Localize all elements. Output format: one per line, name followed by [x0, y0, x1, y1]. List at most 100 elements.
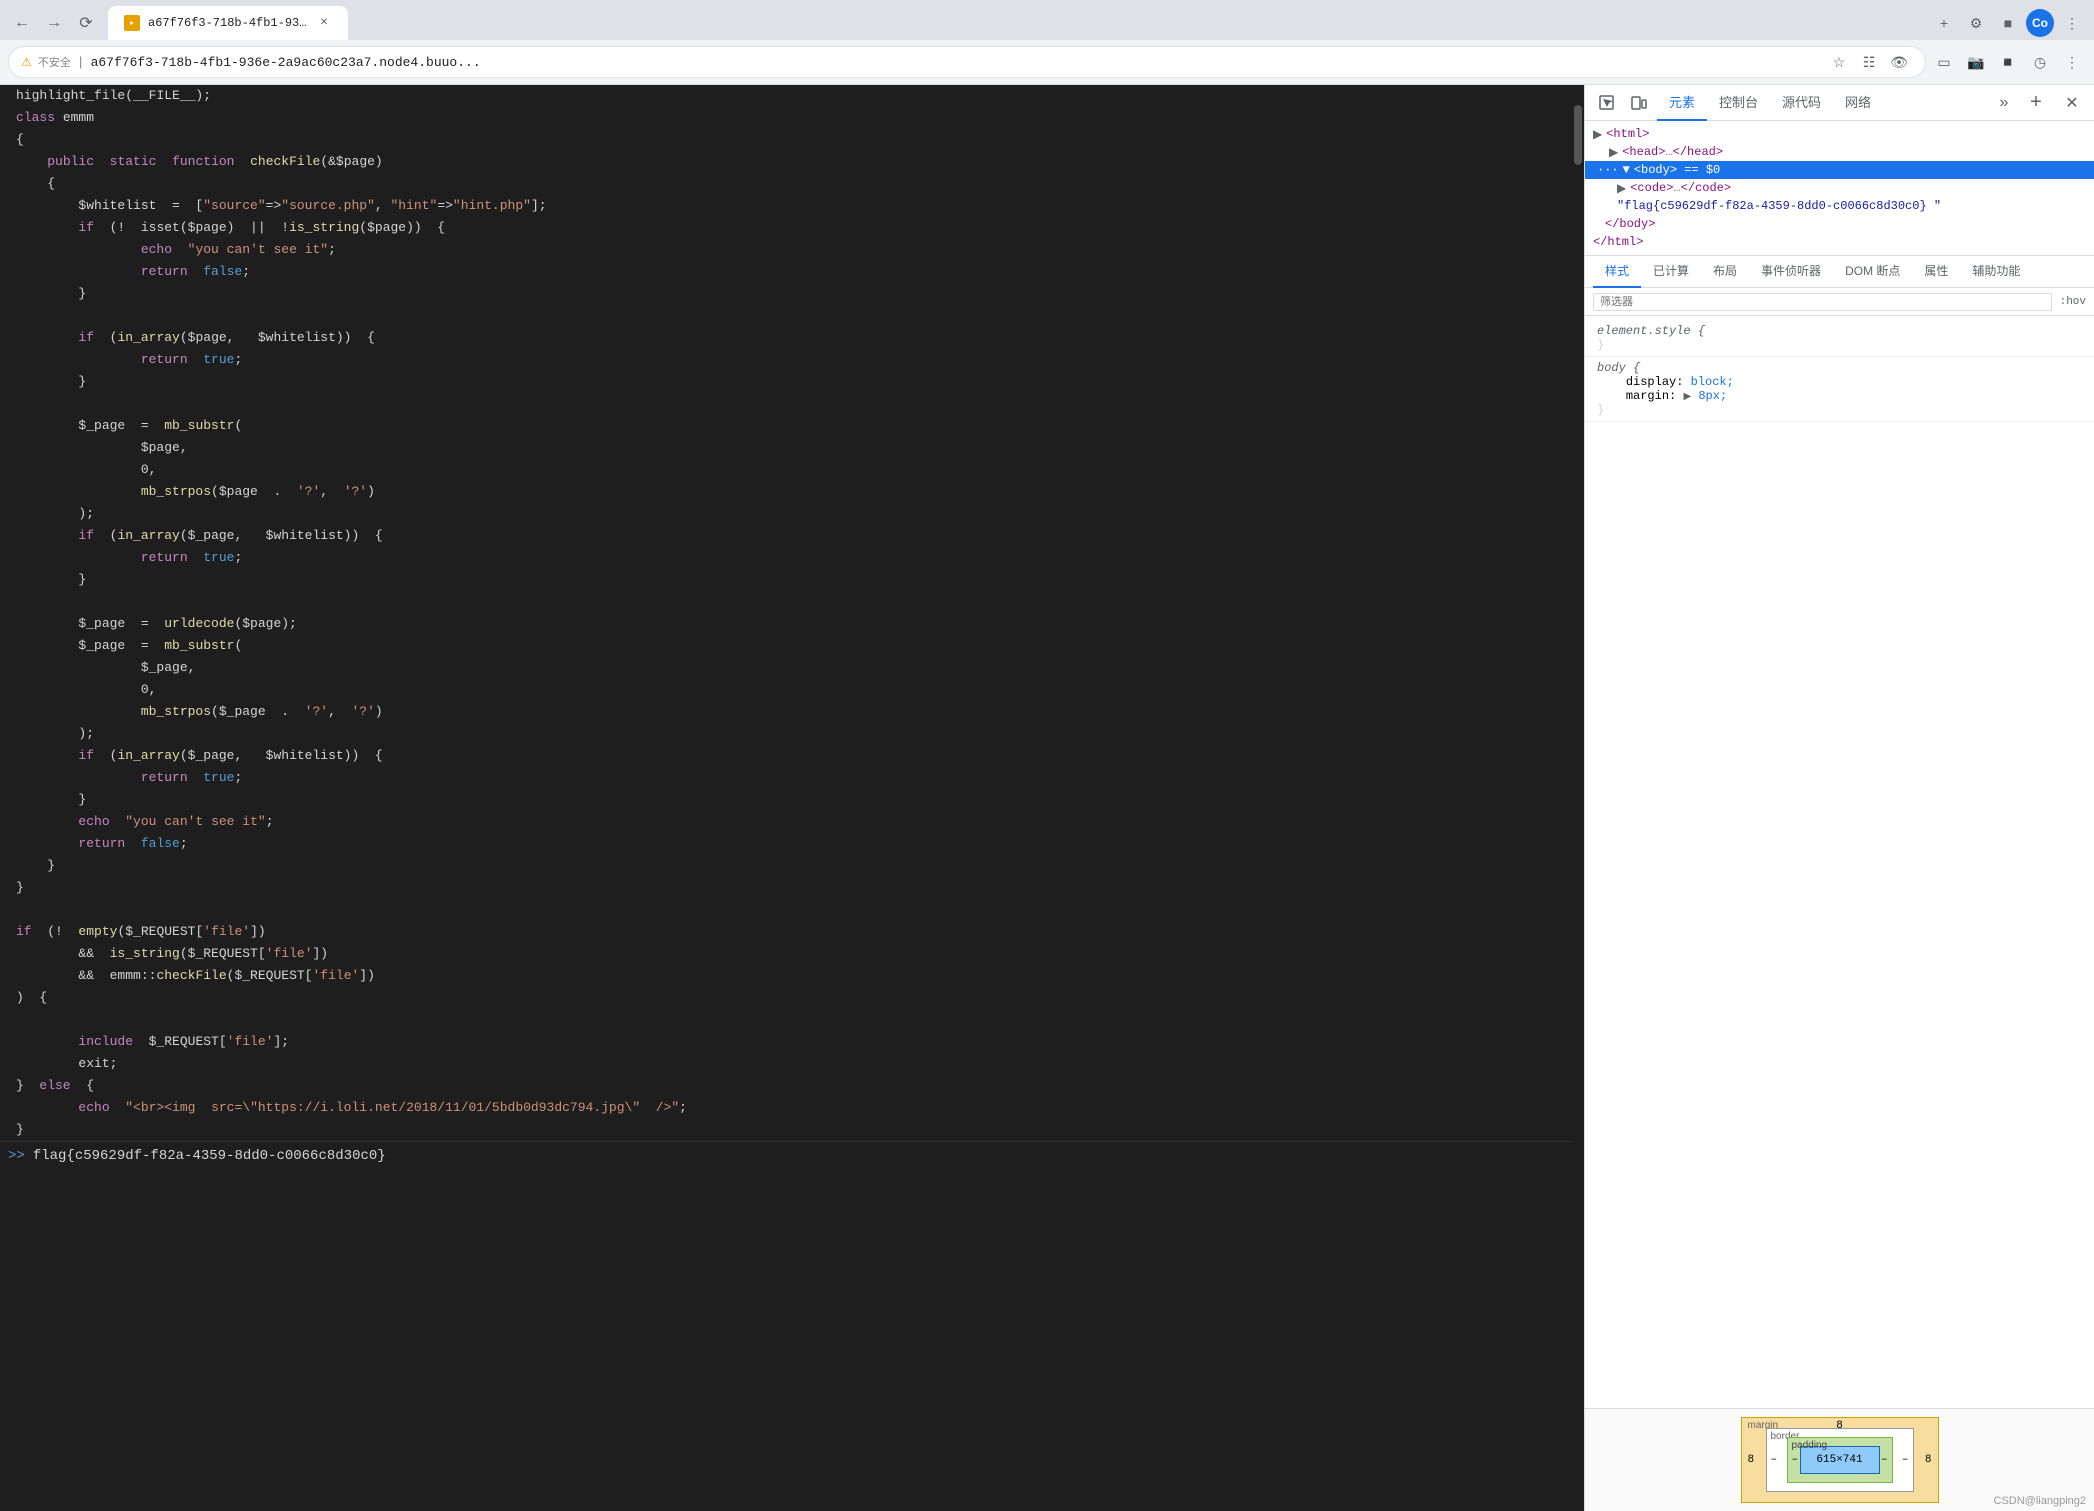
- zoom-button[interactable]: 👁: [1885, 48, 1913, 76]
- tab-layout[interactable]: 布局: [1701, 256, 1749, 288]
- devtools-add-button[interactable]: +: [2022, 89, 2050, 117]
- padding-label: padding: [1792, 1440, 1828, 1451]
- security-warning-icon: ⚠: [21, 55, 32, 70]
- tab-network[interactable]: 网络: [1833, 85, 1883, 121]
- devtools-more-button[interactable]: »: [1990, 89, 2018, 117]
- flag-text: flag{c59629df-f82a-4359-8dd0-c0066c8d30c…: [33, 1144, 386, 1168]
- profile-avatar: Co: [2026, 9, 2054, 37]
- styles-filter-bar: :hov: [1585, 288, 2094, 316]
- reload-button[interactable]: ⟳: [72, 9, 100, 37]
- active-tab[interactable]: a67f76f3-718b-4fb1-936e-2a9ac60c23a7.nod…: [108, 6, 348, 40]
- border-left-val: –: [1771, 1454, 1778, 1466]
- dom-line-head[interactable]: ▶ <head>… </head>: [1585, 143, 2094, 161]
- margin-left-val: 8: [1748, 1454, 1755, 1466]
- url-text: a67f76f3-718b-4fb1-936e-2a9ac60c23a7.nod…: [91, 55, 1819, 70]
- element-style-label: element.style {: [1597, 324, 1705, 338]
- history-button[interactable]: ◷: [2026, 48, 2054, 76]
- extensions-menu-button[interactable]: ◾: [1994, 48, 2022, 76]
- address-bar[interactable]: ⚠ 不安全 | a67f76f3-718b-4fb1-936e-2a9ac60c…: [8, 46, 1926, 78]
- tab-extras: + ⚙ ■ Co ⋮: [1930, 9, 2086, 37]
- styles-panel: element.style { } body { display: block;…: [1585, 316, 2094, 1408]
- bookmark-button[interactable]: ☆: [1825, 48, 1853, 76]
- tab-bar: ← → ⟳ a67f76f3-718b-4fb1-936e-2a9ac60c23…: [0, 0, 2094, 40]
- body-dots-icon[interactable]: ···: [1597, 163, 1619, 177]
- border-box: border – – padding – – 615×741: [1766, 1428, 1914, 1492]
- extensions-button[interactable]: ■: [1994, 9, 2022, 37]
- devtools-close-button[interactable]: ✕: [2058, 89, 2086, 117]
- chrome-more-button[interactable]: ⋮: [2058, 48, 2086, 76]
- tab-console[interactable]: 控制台: [1707, 85, 1770, 121]
- tab-styles[interactable]: 样式: [1593, 256, 1641, 288]
- margin-val: 8px;: [1698, 389, 1727, 403]
- box-model-area: margin 8 8 8 border – – padding – –: [1585, 1408, 2094, 1511]
- dom-line-body-close[interactable]: </body>: [1585, 215, 2094, 233]
- margin-expand-arrow[interactable]: ▶: [1683, 392, 1691, 403]
- main-area: highlight_file(__FILE__); class emmm { p…: [0, 85, 2094, 1511]
- dom-line-code[interactable]: ▶ <code>… </code>: [1585, 179, 2094, 197]
- tab-properties[interactable]: 属性: [1912, 256, 1960, 288]
- devtools-toolbar: 元素 控制台 源代码 网络 » + ✕: [1585, 85, 2094, 121]
- flag-output-bar: >> flag{c59629df-f82a-4359-8dd0-c0066c8d…: [0, 1141, 1584, 1170]
- body-style-close: }: [1597, 403, 1604, 417]
- display-val: block;: [1691, 375, 1734, 389]
- dom-line-flag[interactable]: "flag{c59629df-f82a-4359-8dd0-c0066c8d30…: [1585, 197, 2094, 215]
- devtools-tabs: 元素 控制台 源代码 网络: [1657, 85, 1986, 121]
- tab-accessibility[interactable]: 辅助功能: [1960, 256, 2032, 288]
- tab-view-button[interactable]: ☷: [1855, 48, 1883, 76]
- tab-title: a67f76f3-718b-4fb1-936e-2a9ac60c23a7.nod…: [148, 16, 308, 30]
- margin-box: margin 8 8 8 border – – padding – –: [1741, 1417, 1939, 1503]
- padding-left-val: –: [1792, 1454, 1799, 1466]
- dom-line-body[interactable]: ···▼ <body> == $0: [1585, 161, 2094, 179]
- tab-close-button[interactable]: ✕: [316, 15, 332, 31]
- code-content: highlight_file(__FILE__); class emmm { p…: [0, 85, 1584, 1141]
- csdn-watermark: CSDN@liangping2: [1994, 1495, 2087, 1507]
- inspect-element-button[interactable]: [1593, 89, 1621, 117]
- padding-box: padding – – 615×741: [1787, 1437, 1893, 1483]
- dom-line-html[interactable]: ▶<html>: [1585, 125, 2094, 143]
- border-right-val: –: [1902, 1454, 1909, 1466]
- code-scrollbar[interactable]: [1572, 85, 1584, 1511]
- element-style-rule: element.style { }: [1585, 320, 2094, 357]
- devtools-panel: 元素 控制台 源代码 网络 » + ✕ ▶<html> ▶ <head>… </…: [1584, 85, 2094, 1511]
- nav-buttons: ← → ⟳: [8, 9, 100, 37]
- profile-button[interactable]: Co: [2026, 9, 2054, 37]
- dom-line-html-close[interactable]: </html>: [1585, 233, 2094, 251]
- tab-sources[interactable]: 源代码: [1770, 85, 1833, 121]
- tab-favicon: [124, 15, 140, 31]
- margin-prop: margin:: [1626, 389, 1676, 403]
- bottom-tabs-row: 样式 已计算 布局 事件侦听器 DOM 断点 属性 辅助功能: [1585, 256, 2094, 288]
- body-style-rule: body { display: block; margin: ▶ 8px; }: [1585, 357, 2094, 422]
- margin-right-val: 8: [1925, 1454, 1932, 1466]
- screenshot-button[interactable]: 📷: [1962, 48, 1990, 76]
- new-tab-button[interactable]: +: [1930, 9, 1958, 37]
- styles-filter-input[interactable]: [1593, 293, 2052, 311]
- content-size: 615×741: [1816, 1454, 1862, 1466]
- tab-event-listeners[interactable]: 事件侦听器: [1749, 256, 1833, 288]
- back-button[interactable]: ←: [8, 9, 36, 37]
- code-panel: highlight_file(__FILE__); class emmm { p…: [0, 85, 1584, 1511]
- arrow-icon: >>: [8, 1144, 25, 1168]
- tab-computed[interactable]: 已计算: [1641, 256, 1701, 288]
- expand-head-arrow[interactable]: ▶: [1609, 145, 1618, 160]
- hov-button[interactable]: :hov: [2060, 296, 2086, 308]
- expand-html-arrow[interactable]: ▶: [1593, 127, 1602, 142]
- address-extras: ☆ ☷ 👁: [1825, 48, 1913, 76]
- forward-button[interactable]: →: [40, 9, 68, 37]
- tab-dom-breakpoints[interactable]: DOM 断点: [1833, 256, 1912, 288]
- dom-tree: ▶<html> ▶ <head>… </head> ···▼ <body> ==…: [1585, 121, 2094, 256]
- security-label: 不安全: [38, 54, 71, 70]
- tab-elements[interactable]: 元素: [1657, 85, 1707, 121]
- more-button[interactable]: ⋮: [2058, 9, 2086, 37]
- display-prop: display:: [1626, 375, 1684, 389]
- expand-body-arrow[interactable]: ▼: [1623, 163, 1630, 177]
- separator: |: [77, 55, 85, 70]
- device-toolbar-button[interactable]: [1625, 89, 1653, 117]
- expand-code-arrow[interactable]: ▶: [1617, 181, 1626, 196]
- box-model-container: margin 8 8 8 border – – padding – –: [1593, 1417, 2086, 1503]
- scrollbar-thumb[interactable]: [1574, 105, 1582, 165]
- cast-button[interactable]: ▭: [1930, 48, 1958, 76]
- padding-right-val: –: [1881, 1454, 1888, 1466]
- browser-chrome: ← → ⟳ a67f76f3-718b-4fb1-936e-2a9ac60c23…: [0, 0, 2094, 85]
- customize-button[interactable]: ⚙: [1962, 9, 1990, 37]
- element-style-close: }: [1597, 338, 1604, 352]
